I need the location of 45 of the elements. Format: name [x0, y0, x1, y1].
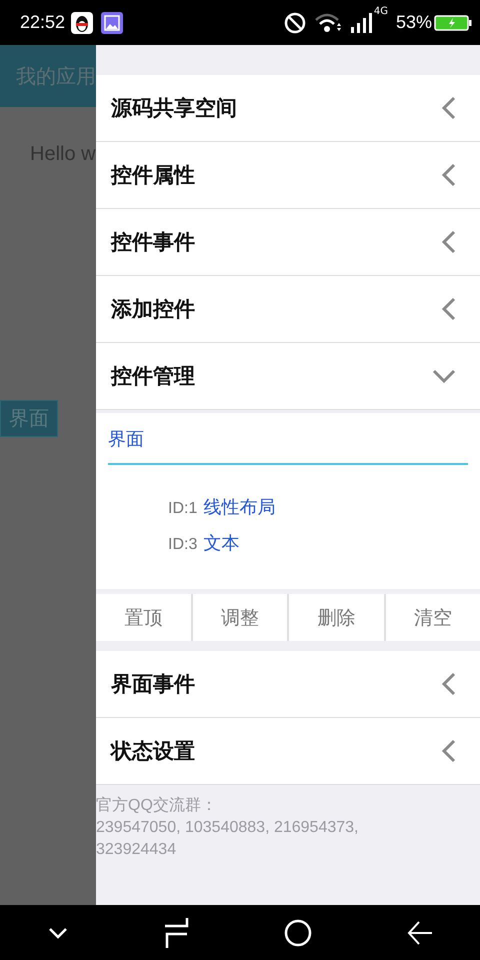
chevron-left-icon: [442, 230, 456, 254]
action-button[interactable]: 置顶: [96, 594, 190, 641]
menu-section[interactable]: 控件事件: [96, 209, 480, 276]
action-button[interactable]: 删除: [289, 594, 384, 641]
penguin-icon: [71, 12, 94, 34]
qq-group-text: 官方QQ交流群： 239547050, 103540883, 216954373, 323924434: [96, 796, 360, 860]
section-title: 控件管理: [111, 363, 195, 390]
section-title: 状态设置: [111, 738, 195, 765]
widget-link[interactable]: 文本: [203, 531, 240, 555]
section-title: 添加控件: [111, 296, 195, 323]
menu-section[interactable]: 控件管理: [96, 343, 480, 410]
chevron-left-icon: [442, 96, 456, 120]
section-title: 控件事件: [111, 229, 195, 256]
app-title: 我的应用: [16, 62, 96, 90]
status-time: 22:52: [20, 12, 66, 33]
signal-icon: [350, 12, 372, 34]
chevron-left-icon: [442, 297, 456, 321]
chevron-down-icon[interactable]: [48, 926, 68, 938]
blocked-icon: [284, 12, 306, 34]
chevron-left-icon: [442, 739, 456, 763]
input-field[interactable]: 界面: [108, 427, 468, 465]
action-button[interactable]: 清空: [386, 594, 480, 641]
chevron-left-icon: [442, 163, 456, 187]
widget-link[interactable]: 线性布局: [203, 495, 276, 519]
back-icon[interactable]: [406, 920, 432, 946]
action-button[interactable]: 调整: [192, 594, 287, 641]
image-icon: [101, 12, 124, 34]
home-icon[interactable]: [284, 918, 312, 946]
menu-section[interactable]: 源码共享空间: [96, 75, 480, 142]
section-title: 控件属性: [111, 162, 195, 189]
item-id: ID:1: [168, 500, 198, 518]
recent-apps-icon[interactable]: [162, 918, 188, 948]
section-title: 源码共享空间: [111, 95, 237, 122]
menu-section[interactable]: 添加控件: [96, 276, 480, 343]
menu-section[interactable]: 界面事件: [96, 651, 480, 718]
battery-icon: [434, 14, 472, 30]
network-type: 4G: [374, 6, 388, 17]
item-id: ID:3: [168, 536, 198, 554]
battery-percent: 53%: [396, 12, 432, 33]
menu-section[interactable]: 状态设置: [96, 718, 480, 785]
menu-section[interactable]: 控件属性: [96, 142, 480, 209]
chevron-left-icon: [442, 672, 456, 696]
wifi-icon: [314, 12, 342, 34]
section-title: 界面事件: [111, 671, 195, 698]
chevron-down-icon: [432, 369, 456, 383]
